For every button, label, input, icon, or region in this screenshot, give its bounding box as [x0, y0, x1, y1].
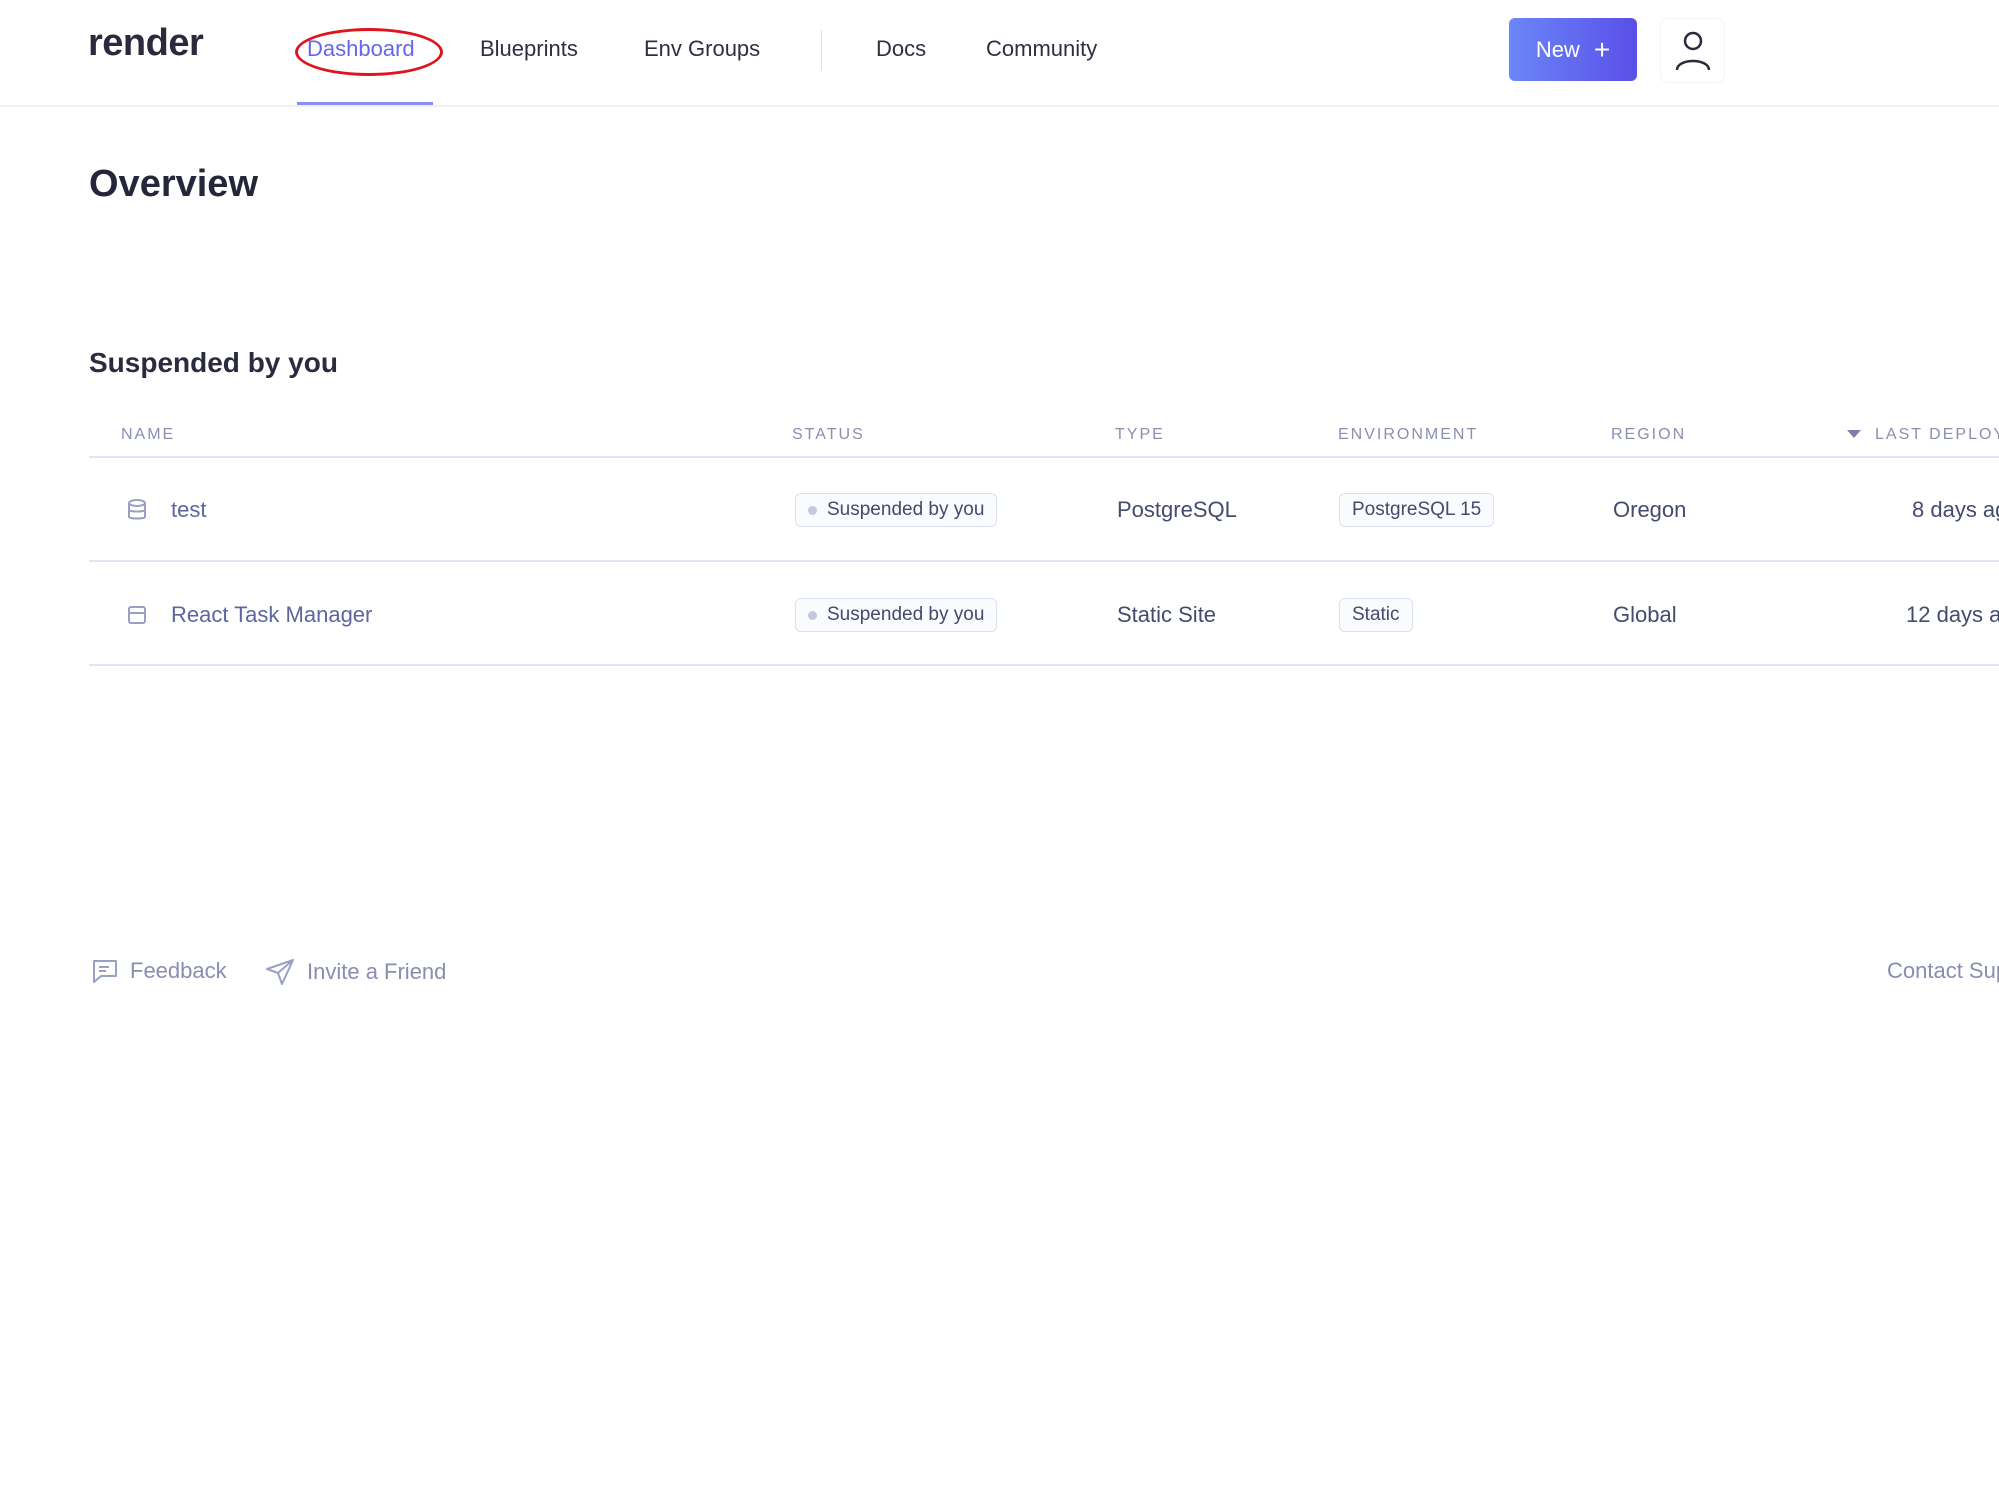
database-icon: [128, 499, 146, 520]
last-deploy: 12 days ago: [1906, 602, 1999, 627]
service-name-link[interactable]: React Task Manager: [171, 602, 372, 628]
plus-icon: +: [1593, 33, 1611, 65]
table-row[interactable]: React Task Manager Suspended by you Stat…: [89, 562, 1999, 664]
user-menu-button[interactable]: [1660, 18, 1725, 83]
nav-env-groups[interactable]: Env Groups: [644, 36, 760, 62]
status-text: Suspended by you: [827, 499, 985, 520]
last-deploy: 8 days ago: [1912, 497, 1999, 522]
region: Oregon: [1613, 497, 1687, 522]
column-header-type[interactable]: TYPE: [1115, 426, 1165, 444]
status-badge: Suspended by you: [795, 598, 998, 632]
service-name-link[interactable]: test: [171, 497, 206, 523]
nav-divider: [821, 30, 822, 70]
feedback-link[interactable]: Feedback: [92, 958, 227, 984]
status-dot-icon: [808, 610, 817, 620]
column-header-last-deploy[interactable]: LAST DEPLOY: [1875, 426, 1999, 444]
feedback-icon: [93, 960, 117, 983]
status-badge: Suspended by you: [795, 493, 998, 527]
environment-badge: Static: [1339, 598, 1413, 632]
page-title: Overview: [89, 163, 258, 205]
column-header-status[interactable]: STATUS: [792, 426, 865, 444]
annotation-circle: [295, 28, 443, 76]
region: Global: [1613, 602, 1677, 627]
nav-blueprints[interactable]: Blueprints: [480, 36, 578, 62]
sort-desc-icon[interactable]: [1847, 430, 1861, 438]
column-header-name[interactable]: NAME: [121, 426, 175, 444]
static-site-icon: [128, 606, 146, 624]
invite-friend-link[interactable]: Invite a Friend: [265, 958, 446, 986]
new-button[interactable]: New +: [1509, 18, 1637, 81]
row-divider: [89, 664, 1999, 666]
send-icon: [266, 959, 294, 985]
environment-badge: PostgreSQL 15: [1339, 493, 1495, 527]
column-header-environment[interactable]: ENVIRONMENT: [1338, 426, 1478, 444]
top-nav-bar: render Dashboard Blueprints Env Groups D…: [0, 0, 1999, 107]
status-text: Suspended by you: [827, 604, 985, 625]
invite-label: Invite a Friend: [307, 959, 447, 984]
service-type: Static Site: [1117, 602, 1217, 627]
section-title: Suspended by you: [89, 347, 338, 378]
status-dot-icon: [808, 505, 817, 515]
nav-community[interactable]: Community: [986, 36, 1097, 62]
render-logo[interactable]: render: [88, 22, 204, 65]
table-row[interactable]: test Suspended by you PostgreSQL Postgre…: [89, 458, 1999, 560]
feedback-label: Feedback: [130, 958, 227, 983]
nav-docs[interactable]: Docs: [876, 36, 926, 62]
user-icon: [1675, 31, 1710, 70]
new-button-label: New: [1535, 36, 1580, 62]
active-tab-indicator: [297, 102, 433, 105]
contact-support-link[interactable]: Contact Support: [1887, 958, 1999, 984]
service-type: PostgreSQL: [1117, 497, 1237, 522]
column-header-region[interactable]: REGION: [1611, 426, 1686, 444]
